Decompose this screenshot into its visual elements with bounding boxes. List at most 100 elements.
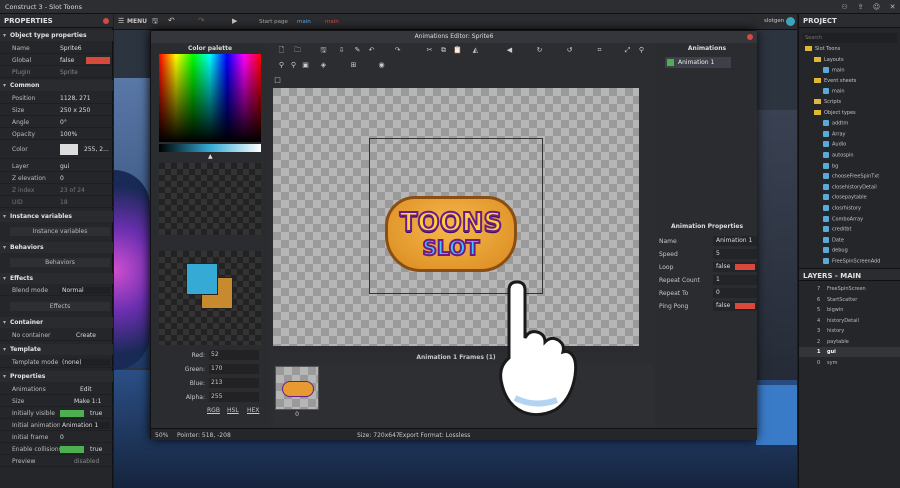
layer-row[interactable]: 7 FreeSpinScreen — [799, 284, 900, 294]
toggle-swatch[interactable] — [735, 303, 755, 309]
tree-folder[interactable]: Slot Toons — [805, 46, 840, 55]
red-input[interactable]: 52 — [209, 350, 259, 360]
zoom-in-icon[interactable]: ⚲ — [277, 61, 286, 70]
tree-item[interactable]: creditbt — [823, 226, 851, 235]
section-object-type[interactable]: ▾ Object type properties — [0, 30, 113, 41]
origin-icon[interactable]: ◉ — [377, 61, 386, 70]
section-common[interactable]: ▾ Common — [0, 80, 113, 91]
zoom-out-icon[interactable]: ⚲ — [289, 61, 298, 70]
slider-handle-icon[interactable]: ▲ — [208, 153, 213, 160]
flip-vertical-icon[interactable]: ◀ — [505, 46, 514, 55]
prop-enable-collisions[interactable]: Enable collisions true — [0, 444, 113, 455]
toggle-swatch[interactable] — [60, 446, 84, 453]
tree-item[interactable]: Audio — [823, 141, 846, 150]
close-window-icon[interactable]: ✕ — [888, 3, 897, 11]
alpha-input[interactable]: 255 — [209, 392, 259, 402]
zoom-fit-icon[interactable]: ▣ — [301, 61, 310, 70]
prop-blend-mode[interactable]: Blend mode Normal — [0, 285, 113, 296]
layer-row[interactable]: 1 gui — [799, 347, 900, 357]
prop-angle[interactable]: Angle 0° — [0, 117, 113, 128]
select-tool-icon[interactable]: □ — [273, 76, 282, 85]
prop-template-mode[interactable]: Template mode (none) — [0, 357, 113, 368]
toggle-swatch[interactable] — [86, 57, 110, 64]
rotate-ccw-icon[interactable]: ↺ — [565, 46, 574, 55]
anim-prop-repeat-count[interactable]: Repeat Count 1 — [659, 275, 757, 286]
tree-folder[interactable]: Event sheets — [814, 77, 856, 87]
section-container[interactable]: ▾ Container — [0, 317, 113, 328]
layer-row[interactable]: 4 historyDetail — [799, 316, 900, 326]
tree-folder[interactable]: Layouts — [814, 56, 844, 66]
grid-icon[interactable]: ⊞ — [349, 61, 358, 70]
color-swatch[interactable] — [60, 144, 78, 155]
palette-swatches[interactable] — [159, 163, 261, 235]
redo-icon[interactable]: ↷ — [198, 16, 205, 25]
layer-row[interactable]: 2 paytable — [799, 337, 900, 347]
tree-item[interactable]: closepaytable — [823, 194, 867, 203]
toggle-swatch[interactable] — [60, 410, 84, 417]
redo-icon[interactable]: ↷ — [393, 46, 402, 55]
green-input[interactable]: 170 — [209, 364, 259, 374]
effects-button[interactable]: Effects — [10, 302, 110, 311]
prop-size[interactable]: Size 250 x 250 — [0, 105, 113, 116]
primary-color[interactable] — [186, 263, 218, 295]
mode-rgb[interactable]: RGB — [207, 407, 220, 414]
anim-prop-name[interactable]: Name Animation 1 — [659, 236, 757, 247]
anim-prop-repeat-to[interactable]: Repeat To 0 — [659, 288, 757, 299]
tree-item[interactable]: closrhistory — [823, 205, 861, 214]
tree-item[interactable]: Date — [823, 236, 844, 246]
section-behaviors[interactable]: ▾ Behaviors — [0, 242, 113, 253]
avatar[interactable] — [786, 17, 795, 26]
import-icon[interactable]: ⇩ — [337, 46, 346, 55]
prop-initial-animation[interactable]: Initial animation Animation 1 — [0, 420, 113, 431]
prop-global[interactable]: Global false — [0, 55, 113, 66]
layer-row[interactable]: 3 history — [799, 326, 900, 336]
project-search-input[interactable] — [803, 33, 897, 43]
anim-prop-ping-pong[interactable]: Ping Pong false — [659, 301, 757, 312]
prop-position[interactable]: Position 1128, 271 — [0, 93, 113, 104]
layers-icon[interactable]: ◈ — [319, 61, 328, 70]
mode-hex[interactable]: HEX — [247, 407, 259, 414]
tab-events-main[interactable]: main — [322, 17, 342, 27]
tree-item[interactable]: FreeSpinScreenAdd — [823, 258, 880, 267]
layer-row[interactable]: 0 sym — [799, 358, 900, 368]
undo-icon[interactable]: ↶ — [168, 16, 175, 25]
tree-folder[interactable]: Object types — [814, 109, 856, 119]
layer-row[interactable]: 6 StartScatter — [799, 295, 900, 305]
section-properties[interactable]: ▾ Properties — [0, 371, 113, 382]
cut-icon[interactable]: ✂ — [425, 46, 434, 55]
undo-icon[interactable]: ↶ — [367, 46, 376, 55]
prop-preview[interactable]: Preview disabled — [0, 456, 113, 467]
crop-icon[interactable]: ⌗ — [595, 46, 604, 55]
section-template[interactable]: ▾ Template — [0, 344, 113, 355]
username[interactable]: slotgen — [764, 18, 784, 24]
controller-icon[interactable]: ⚇ — [840, 3, 849, 11]
tab-layout-main[interactable]: main — [294, 17, 314, 27]
hue-picker[interactable] — [159, 54, 261, 142]
tree-item[interactable]: debug — [823, 247, 848, 256]
prop-size-reset[interactable]: Size Make 1:1 — [0, 396, 113, 407]
frame-thumbnail[interactable] — [275, 366, 319, 410]
tree-item[interactable]: main — [823, 88, 845, 97]
open-folder-icon[interactable]: 🗀 — [293, 46, 302, 55]
copy-icon[interactable]: ⧉ — [439, 46, 448, 55]
rotate-icon[interactable]: ↻ — [535, 46, 544, 55]
save-icon[interactable]: 🖫 — [152, 17, 158, 28]
play-icon[interactable]: ▶ — [232, 17, 237, 25]
share-icon[interactable]: ⇪ — [856, 3, 865, 11]
save-icon[interactable]: 🖫 — [319, 46, 328, 55]
tree-item[interactable]: Array — [823, 130, 845, 140]
zoom-icon[interactable]: ⚲ — [637, 46, 646, 55]
tab-start-page[interactable]: Start page — [256, 17, 291, 27]
tree-item[interactable]: autospin — [823, 152, 854, 161]
instance-vars-button[interactable]: Instance variables — [10, 227, 110, 236]
flip-horizontal-icon[interactable]: ◭ — [471, 46, 480, 55]
user-icon[interactable]: ☺ — [872, 3, 881, 11]
resize-icon[interactable]: ⤢ — [623, 46, 632, 55]
new-file-icon[interactable]: 🗋 — [277, 46, 286, 55]
close-panel-icon[interactable] — [103, 18, 109, 24]
tree-folder[interactable]: Scripts — [814, 99, 841, 108]
tree-item[interactable]: ComboArray — [823, 215, 863, 225]
prop-opacity[interactable]: Opacity 100% — [0, 129, 113, 140]
menu-button[interactable]: MENU — [127, 18, 147, 25]
prop-initially-visible[interactable]: Initially visible true — [0, 408, 113, 419]
